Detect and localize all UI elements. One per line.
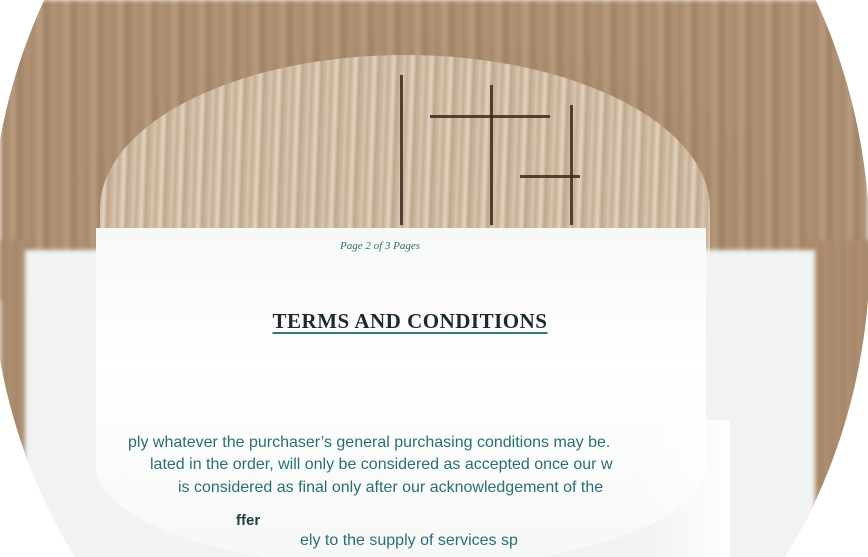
lens-edge-fade bbox=[640, 420, 730, 557]
body-line: is considered as final only after our ac… bbox=[178, 479, 604, 496]
wood-crack bbox=[400, 75, 403, 225]
magnified-paper bbox=[96, 228, 706, 557]
body-line: lated in the order, will only be conside… bbox=[150, 456, 613, 473]
body-heading: ffer bbox=[236, 512, 261, 529]
page-number: Page 2 of 3 Pages bbox=[339, 240, 421, 252]
wood-crack bbox=[570, 105, 573, 225]
document-title: TERMS AND CONDITIONS bbox=[272, 309, 548, 333]
body-line: ely to the supply of services sp bbox=[300, 532, 518, 549]
body-line: ply whatever the purchaser’s general pur… bbox=[128, 434, 611, 451]
wood-crack bbox=[490, 85, 493, 225]
photo-scene: Page 2 of 3 Pages TERMS AND CONDITIONS p… bbox=[0, 0, 868, 557]
